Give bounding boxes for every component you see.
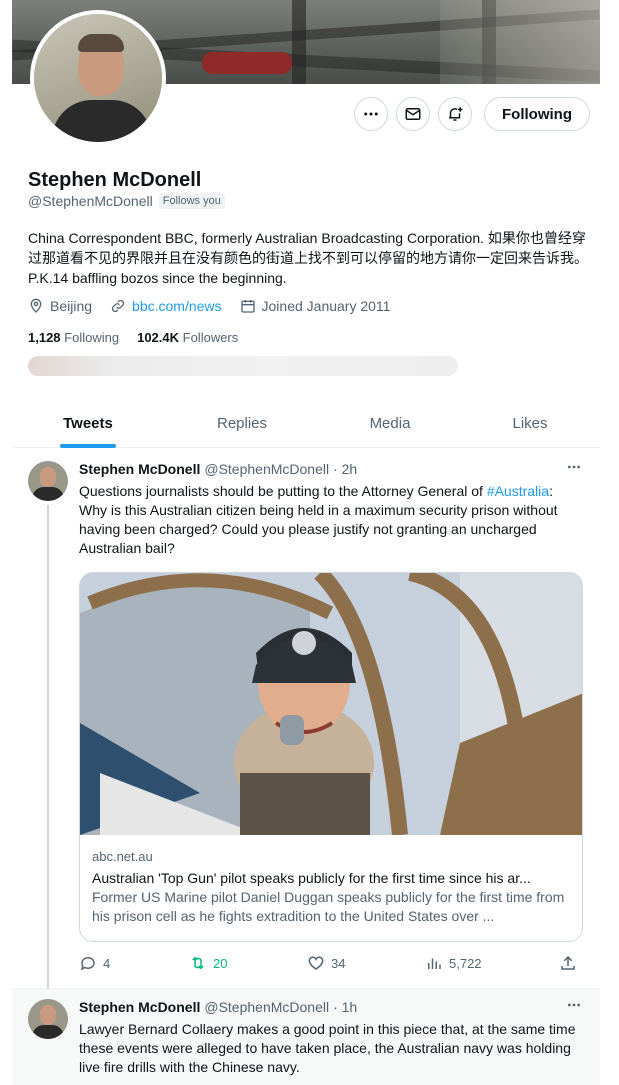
- views-button[interactable]: 5,722: [425, 954, 482, 972]
- tweet-avatar[interactable]: [28, 999, 68, 1039]
- redacted-followers-strip: [28, 356, 458, 376]
- more-button[interactable]: [354, 97, 388, 131]
- tweet-avatar[interactable]: [28, 461, 68, 501]
- link-icon: [111, 299, 125, 313]
- views-icon: [428, 958, 441, 969]
- profile-location: Beijing: [50, 298, 93, 314]
- tab-replies[interactable]: Replies: [182, 398, 302, 448]
- tweet-text: Lawyer Bernard Collaery makes a good poi…: [79, 1021, 576, 1075]
- link-preview-card[interactable]: abc.net.au Australian 'Top Gun' pilot sp…: [79, 572, 583, 942]
- profile-bio: China Correspondent BBC, formerly Austra…: [28, 230, 588, 286]
- heart-icon: [308, 956, 324, 970]
- profile-counts: 1,128 Following 102.4K Followers: [28, 330, 238, 345]
- follows-you-badge: Follows you: [158, 193, 225, 209]
- profile-meta: Beijing bbc.com/news Joined January 2011: [28, 298, 390, 314]
- card-description: Former US Marine pilot Daniel Duggan spe…: [92, 889, 565, 924]
- more-icon: [364, 112, 378, 116]
- profile-name: Stephen McDonell: [28, 169, 202, 191]
- card-title: Australian 'Top Gun' pilot speaks public…: [92, 870, 531, 886]
- following-count-link[interactable]: 1,128 Following: [28, 330, 119, 345]
- profile-handle: @StephenMcDonell: [28, 193, 153, 209]
- message-button[interactable]: [396, 97, 430, 131]
- calendar-icon: [240, 300, 255, 313]
- thread-line: [47, 505, 49, 989]
- card-domain: abc.net.au: [92, 849, 153, 864]
- tweet-text: Questions journalists should be putting …: [79, 483, 558, 556]
- tweet-more-button[interactable]: [566, 997, 582, 1018]
- reply-icon: [80, 956, 95, 971]
- profile-tabs: Tweets Replies Media Likes: [12, 398, 600, 448]
- mail-icon: [405, 108, 421, 120]
- profile-avatar[interactable]: [30, 10, 166, 146]
- tweet-header: Stephen McDonell @StephenMcDonell · 2h: [79, 461, 357, 477]
- tweet-time[interactable]: · 2h: [333, 461, 357, 477]
- hashtag-link[interactable]: #Australia: [487, 483, 549, 499]
- more-icon: [568, 465, 580, 469]
- profile-page: Following Stephen McDonell @StephenMcDon…: [12, 0, 600, 1085]
- tweet-time[interactable]: · 1h: [333, 999, 357, 1015]
- tab-likes[interactable]: Likes: [470, 398, 590, 448]
- tweet-author-handle[interactable]: @StephenMcDonell: [204, 999, 329, 1015]
- tweet-more-button[interactable]: [566, 459, 582, 480]
- notify-button[interactable]: [438, 97, 472, 131]
- share-icon: [561, 955, 575, 970]
- tweet-author-name[interactable]: Stephen McDonell: [79, 999, 200, 1015]
- card-image: [80, 573, 582, 835]
- tab-tweets[interactable]: Tweets: [28, 398, 148, 448]
- like-button[interactable]: 34: [307, 954, 345, 972]
- profile-website-link[interactable]: bbc.com/news: [132, 298, 221, 314]
- card-meta: abc.net.au Australian 'Top Gun' pilot sp…: [92, 849, 572, 926]
- more-icon: [568, 1003, 580, 1007]
- bell-plus-icon: [449, 107, 463, 121]
- profile-joined: Joined January 2011: [261, 298, 391, 314]
- tweet-author-name[interactable]: Stephen McDonell: [79, 461, 200, 477]
- tweet-header: Stephen McDonell @StephenMcDonell · 1h: [79, 999, 357, 1015]
- following-button[interactable]: Following: [484, 97, 590, 131]
- tab-media[interactable]: Media: [330, 398, 450, 448]
- reply-button[interactable]: 4: [79, 954, 110, 972]
- profile-handle-row: @StephenMcDonell Follows you: [28, 193, 225, 209]
- tweet-item[interactable]: Stephen McDonell @StephenMcDonell · 1h L…: [12, 989, 600, 1085]
- tweet-author-handle[interactable]: @StephenMcDonell: [204, 461, 329, 477]
- tweet-actions: 4 20 34 5,722: [79, 954, 584, 976]
- followers-count-link[interactable]: 102.4K Followers: [137, 330, 238, 345]
- retweet-icon: [192, 956, 204, 970]
- share-button[interactable]: [559, 954, 577, 972]
- retweet-button[interactable]: 20: [189, 954, 227, 972]
- location-pin-icon: [30, 298, 42, 313]
